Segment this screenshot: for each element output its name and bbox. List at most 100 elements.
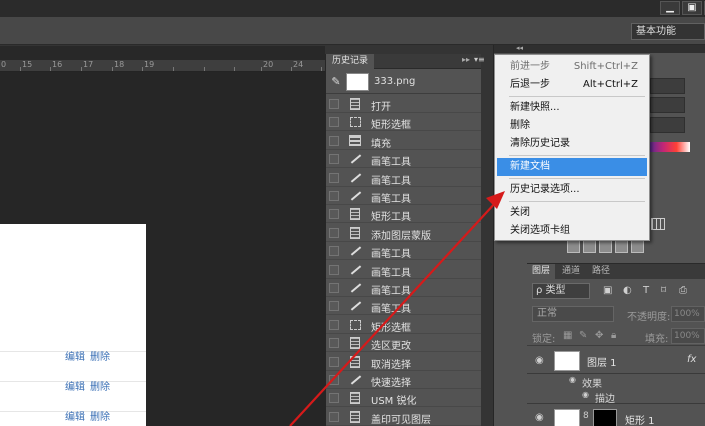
visibility-eye-icon[interactable]: ◉ bbox=[535, 355, 544, 366]
delete-link[interactable]: 删除 bbox=[90, 348, 110, 363]
history-step[interactable]: 画笔工具 bbox=[326, 242, 481, 261]
menu-item[interactable]: 前进一步 Shift+Ctrl+Z bbox=[497, 58, 647, 76]
stroke-row[interactable]: ◉ 描边 bbox=[527, 389, 705, 405]
history-step[interactable]: 填充 bbox=[326, 132, 481, 150]
adjustment-icon[interactable] bbox=[631, 240, 644, 253]
history-step[interactable]: 画笔工具 bbox=[326, 150, 481, 169]
effects-eye-icon[interactable]: ◉ bbox=[569, 375, 576, 384]
delete-link[interactable]: 删除 bbox=[90, 408, 110, 423]
lock-transparent-icon[interactable]: ▦ bbox=[563, 330, 572, 341]
property-field[interactable] bbox=[650, 117, 685, 133]
delete-link[interactable]: 删除 bbox=[90, 378, 110, 393]
history-source-checkbox[interactable] bbox=[329, 283, 339, 293]
filter-adjustment-icon[interactable]: ◐ bbox=[623, 285, 632, 296]
panel-menu-icon[interactable]: ▾≡ bbox=[474, 55, 485, 64]
history-step[interactable]: 画笔工具 bbox=[326, 261, 481, 279]
property-field[interactable] bbox=[650, 78, 685, 94]
layer-filter-select[interactable]: ρ 类型 bbox=[532, 283, 590, 299]
property-field[interactable] bbox=[650, 97, 685, 113]
history-source-checkbox[interactable] bbox=[329, 191, 339, 201]
history-source-checkbox[interactable] bbox=[329, 393, 339, 404]
filter-smart-icon[interactable]: ⎙ bbox=[679, 285, 687, 296]
lock-position-icon[interactable]: ✥ bbox=[595, 330, 603, 341]
history-source-checkbox[interactable] bbox=[329, 154, 339, 165]
document-icon bbox=[350, 355, 360, 368]
history-source-checkbox[interactable] bbox=[329, 411, 339, 422]
edit-link[interactable]: 编辑 bbox=[65, 348, 85, 363]
history-source-checkbox[interactable] bbox=[329, 117, 339, 128]
menu-item[interactable]: 后退一步 Alt+Ctrl+Z bbox=[497, 76, 647, 94]
history-step[interactable]: 盖印可见图层 bbox=[326, 408, 481, 426]
marquee-icon bbox=[350, 319, 361, 330]
menu-item[interactable]: 关闭 bbox=[497, 204, 647, 222]
menu-item[interactable]: 历史记录选项... bbox=[497, 181, 647, 199]
history-source-checkbox[interactable] bbox=[329, 209, 339, 220]
history-source-checkbox[interactable] bbox=[329, 246, 339, 257]
minimize-button[interactable]: ▁ bbox=[660, 1, 680, 15]
fx-icon[interactable]: fx bbox=[687, 354, 696, 365]
edit-link[interactable]: 编辑 bbox=[65, 408, 85, 423]
workspace-select[interactable]: 基本功能 bbox=[631, 23, 705, 40]
menu-item[interactable]: 清除历史记录 bbox=[497, 135, 647, 153]
opacity-input[interactable]: 100% bbox=[671, 306, 705, 322]
history-step[interactable]: 矩形选框 bbox=[326, 113, 481, 132]
history-step[interactable]: 矩形工具 bbox=[326, 205, 481, 224]
filter-pixel-icon[interactable]: ▣ bbox=[603, 285, 612, 296]
history-source-checkbox[interactable] bbox=[329, 375, 339, 385]
history-source-checkbox[interactable] bbox=[329, 301, 339, 312]
stroke-eye-icon[interactable]: ◉ bbox=[582, 390, 589, 399]
history-step[interactable]: 打开 bbox=[326, 95, 481, 113]
history-step[interactable]: 矩形选框 bbox=[326, 316, 481, 334]
history-source-checkbox[interactable] bbox=[329, 338, 339, 349]
history-step[interactable]: 添加图层蒙版 bbox=[326, 224, 481, 242]
filter-type-icon[interactable]: T bbox=[643, 285, 649, 296]
history-source-checkbox[interactable] bbox=[329, 319, 339, 330]
visibility-eye-icon[interactable]: ◉ bbox=[535, 412, 544, 423]
filter-shape-icon[interactable]: ⌑ bbox=[661, 285, 666, 296]
menu-item[interactable]: 删除 bbox=[497, 117, 647, 135]
layer-row[interactable]: ◉ 8 矩形 1 bbox=[527, 405, 705, 426]
history-step[interactable]: 选区更改 bbox=[326, 334, 481, 353]
color-ramp[interactable] bbox=[650, 142, 690, 152]
history-step[interactable]: USM 锐化 bbox=[326, 389, 481, 408]
history-step[interactable]: 画笔工具 bbox=[326, 297, 481, 316]
menu-item-label: 清除历史记录 bbox=[510, 138, 570, 149]
adjustment-icon[interactable] bbox=[567, 240, 580, 253]
layer-row[interactable]: ◉ 图层 1 fx bbox=[527, 348, 705, 374]
menu-item[interactable]: 关闭选项卡组 bbox=[497, 222, 647, 240]
history-snapshot[interactable]: ✎ 333.png bbox=[326, 70, 481, 94]
collapse-icon[interactable]: ▸▸ bbox=[462, 55, 470, 64]
history-step[interactable]: 画笔工具 bbox=[326, 187, 481, 205]
history-brush-icon[interactable]: ✎ bbox=[329, 75, 343, 89]
history-tab[interactable]: 历史记录 bbox=[326, 54, 375, 69]
history-step[interactable]: 快速选择 bbox=[326, 371, 481, 389]
history-step[interactable]: 画笔工具 bbox=[326, 169, 481, 187]
blend-mode-select[interactable]: 正常 bbox=[532, 306, 614, 322]
lock-all-icon[interactable]: 🔒︎ bbox=[611, 330, 616, 341]
history-source-checkbox[interactable] bbox=[329, 135, 339, 146]
history-step[interactable]: 取消选择 bbox=[326, 353, 481, 371]
tab-layers[interactable]: 图层 bbox=[527, 264, 556, 279]
restore-button[interactable]: ▣ bbox=[682, 1, 702, 15]
lock-pixels-icon[interactable]: ✎ bbox=[579, 330, 587, 341]
menu-item[interactable]: 新建快照... bbox=[497, 99, 647, 117]
history-source-checkbox[interactable] bbox=[329, 264, 339, 275]
tab-channels[interactable]: 通道 bbox=[557, 264, 585, 279]
tab-paths[interactable]: 路径 bbox=[587, 264, 615, 279]
history-step[interactable]: 画笔工具 bbox=[326, 279, 481, 297]
adjustment-icon[interactable] bbox=[599, 240, 612, 253]
menu-item[interactable]: 新建文档 bbox=[497, 158, 647, 176]
history-source-checkbox[interactable] bbox=[329, 172, 339, 183]
history-source-checkbox[interactable] bbox=[329, 99, 339, 109]
effects-row[interactable]: ◉ 效果 bbox=[527, 374, 705, 390]
document-page[interactable]: 编辑 删除 编辑 删除 编辑 删除 bbox=[0, 224, 146, 426]
ruler-tick: 16 bbox=[52, 60, 63, 69]
adjustment-icon[interactable] bbox=[583, 240, 596, 253]
history-source-checkbox[interactable] bbox=[329, 356, 339, 367]
history-source-checkbox[interactable] bbox=[329, 227, 339, 238]
fill-input[interactable]: 100% bbox=[671, 328, 705, 344]
adjustment-icon[interactable] bbox=[615, 240, 628, 253]
dock-collapse-icon[interactable]: ◂◂ bbox=[516, 44, 523, 52]
edit-link[interactable]: 编辑 bbox=[65, 378, 85, 393]
grid-icon[interactable] bbox=[651, 218, 665, 230]
